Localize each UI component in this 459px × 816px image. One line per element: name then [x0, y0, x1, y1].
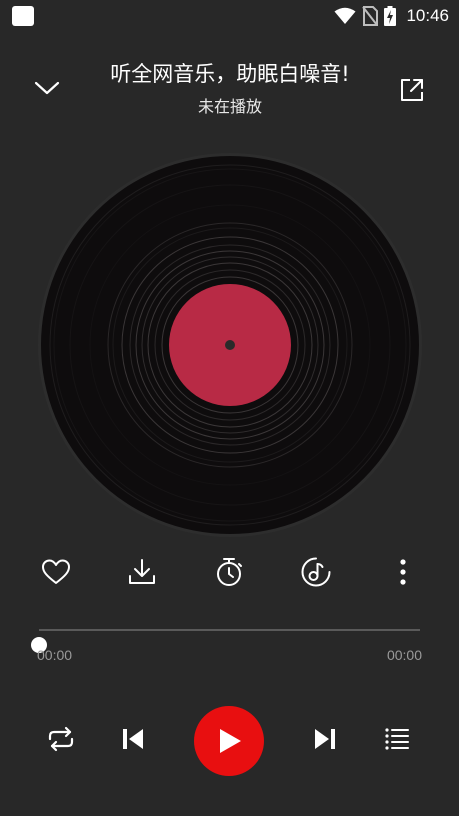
progress-track[interactable] — [31, 629, 420, 653]
total-time: 00:00 — [386, 647, 422, 663]
more-button[interactable] — [383, 552, 423, 592]
heart-icon — [42, 559, 70, 584]
next-icon — [315, 729, 335, 749]
playback-progress: 00:00 00:00 — [0, 614, 459, 674]
chevron-down-icon — [34, 81, 60, 95]
current-time: 00:00 — [37, 647, 73, 663]
playlist-button[interactable] — [380, 722, 414, 756]
more-vertical-icon — [400, 559, 406, 585]
favorite-button[interactable] — [36, 552, 76, 592]
vinyl-disc[interactable] — [30, 148, 430, 548]
play-status: 未在播放 — [197, 97, 262, 116]
app-notification-icon — [12, 6, 34, 26]
vinyl-graphic — [38, 153, 422, 537]
vinyl-spindle — [225, 340, 235, 350]
timer-icon — [217, 558, 242, 586]
share-button[interactable] — [394, 72, 430, 108]
sleep-timer-button[interactable] — [209, 552, 249, 592]
previous-button[interactable] — [116, 722, 150, 756]
player-header: 听全网音乐，助眠白噪音! 未在播放 — [0, 52, 459, 132]
status-bar: 10:46 — [0, 0, 459, 32]
share-external-icon — [401, 79, 423, 101]
previous-icon — [123, 729, 143, 749]
collapse-button[interactable] — [28, 72, 66, 104]
transport-controls — [0, 700, 459, 780]
action-row — [0, 548, 459, 596]
track-title: 听全网音乐，助眠白噪音! — [110, 62, 350, 86]
download-button[interactable] — [122, 552, 162, 592]
status-time: 10:46 — [406, 6, 449, 25]
play-icon — [220, 729, 241, 753]
battery-charging-icon — [384, 6, 397, 26]
play-button[interactable] — [194, 706, 264, 776]
wifi-icon — [334, 7, 356, 24]
audio-effect-button[interactable] — [296, 552, 336, 592]
download-icon — [129, 559, 155, 584]
next-button[interactable] — [308, 722, 342, 756]
repeat-icon — [48, 726, 74, 752]
repeat-button[interactable] — [44, 722, 78, 756]
music-note-circle-icon — [301, 557, 331, 587]
status-icons: 10:46 — [334, 4, 449, 28]
no-sim-icon — [362, 6, 379, 26]
playlist-icon — [385, 728, 409, 750]
